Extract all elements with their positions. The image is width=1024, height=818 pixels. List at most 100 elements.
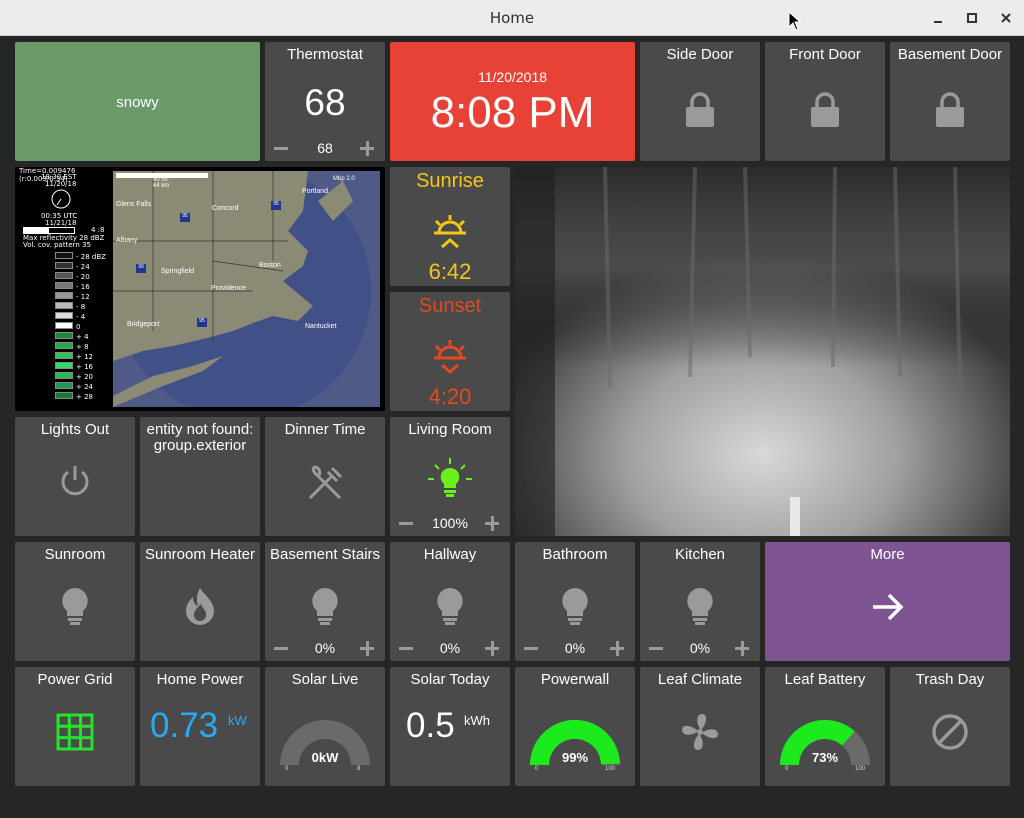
sunset-icon	[434, 340, 466, 374]
legend-swatch	[55, 342, 73, 349]
sunrise-tile: Sunrise 6:42	[390, 167, 510, 286]
basement-door-title: Basement Door	[897, 46, 1003, 63]
legend-label: - 12	[76, 293, 90, 301]
living-room-title: Living Room	[408, 421, 492, 438]
city-label: Nantucket	[305, 323, 337, 330]
solar-today-value: 0.5	[406, 706, 455, 745]
side-door-title: Side Door	[666, 46, 734, 63]
sunset-tile: Sunset 4:20	[390, 292, 510, 411]
radar-legend-panel: Time=0.009476 (r:0.003/0.34) 18:30 EST 1…	[15, 167, 113, 411]
sunroom-title: Sunroom	[44, 546, 106, 563]
silverware-icon	[308, 465, 343, 499]
legend-label: - 4	[76, 313, 86, 321]
power-grid-title: Power Grid	[37, 671, 113, 688]
kitchen-increase-button[interactable]	[732, 639, 752, 657]
legend-label: + 20	[76, 373, 93, 381]
thermostat-tile[interactable]: Thermostat 68 68	[265, 42, 385, 161]
entity-error-tile: entity not found: group.exterior	[140, 417, 260, 536]
camera-image	[515, 167, 1010, 536]
maximize-icon	[967, 13, 977, 23]
bathroom-increase-button[interactable]	[607, 639, 627, 657]
gauge-min-label: 0	[535, 766, 539, 772]
highway-shield: 95	[180, 213, 190, 222]
lights-out-tile[interactable]: Lights Out	[15, 417, 135, 536]
dinner-time-tile[interactable]: Dinner Time	[265, 417, 385, 536]
legend-swatch	[55, 282, 73, 289]
radar-clock-icon	[51, 189, 71, 209]
legend-label: - 24	[76, 263, 90, 271]
city-label: Springfield	[161, 268, 195, 275]
radar-date2: 11/21/18	[45, 219, 77, 227]
gauge-max-label: 100	[605, 766, 616, 772]
hallway-increase-button[interactable]	[482, 639, 502, 657]
basement-stairs-tile[interactable]: Basement Stairs 0%	[265, 542, 385, 661]
close-button[interactable]	[994, 6, 1018, 30]
legend-item: 0	[55, 322, 106, 332]
block-icon	[932, 714, 968, 750]
lightbulb-on-icon	[428, 458, 472, 497]
radar-map: 40 mi 64 km Mbp 2.0 Portland Glens Falls …	[113, 171, 380, 407]
living-room-increase-button[interactable]	[482, 514, 502, 532]
window-title: Home	[489, 9, 535, 27]
power-icon	[61, 466, 89, 496]
trash-day-tile[interactable]: Trash Day	[890, 667, 1010, 786]
bathroom-tile[interactable]: Bathroom 0%	[515, 542, 635, 661]
legend-label: + 16	[76, 363, 93, 371]
sunset-time: 4:20	[428, 384, 472, 409]
minimize-icon	[934, 21, 942, 23]
legend-item: + 28	[55, 392, 106, 402]
city-label: Portland	[302, 188, 329, 195]
lightbulb-icon	[562, 588, 588, 625]
weather-tile[interactable]: snowy	[15, 42, 260, 161]
more-tile[interactable]: More	[765, 542, 1010, 661]
legend-label: + 24	[76, 383, 93, 391]
solar-today-unit: kWh	[464, 713, 490, 728]
radar-scale-mid: 4 :8	[91, 226, 105, 234]
legend-swatch	[55, 372, 73, 379]
grid-icon	[56, 713, 94, 751]
lights-out-title: Lights Out	[40, 421, 110, 438]
leaf-climate-tile[interactable]: Leaf Climate	[640, 667, 760, 786]
clock-time: 8:08 PM	[430, 88, 595, 137]
radar-map-scale-text: 40 mi 64 km	[153, 177, 170, 189]
sunrise-title: Sunrise	[416, 170, 484, 192]
fire-icon	[186, 588, 214, 625]
powerwall-title: Powerwall	[540, 671, 610, 688]
city-label: Bridgeport	[127, 321, 160, 328]
lightbulb-icon	[62, 588, 88, 625]
lock-icon	[811, 92, 839, 127]
side-door-tile[interactable]: Side Door	[640, 42, 760, 161]
basement-door-tile[interactable]: Basement Door	[890, 42, 1010, 161]
legend-item: - 16	[55, 282, 106, 292]
solar-today-title: Solar Today	[410, 671, 490, 688]
arrow-right-icon	[872, 593, 903, 621]
sunroom-tile[interactable]: Sunroom	[15, 542, 135, 661]
maximize-button[interactable]	[960, 6, 984, 30]
legend-item: - 12	[55, 292, 106, 302]
sunset-title: Sunset	[418, 295, 482, 317]
living-room-tile[interactable]: Living Room 100%	[390, 417, 510, 536]
mouse-cursor-icon	[788, 11, 802, 31]
front-door-tile[interactable]: Front Door	[765, 42, 885, 161]
radar-map-drawing	[113, 171, 371, 407]
clock-date: 11/20/2018	[477, 69, 548, 85]
radar-tile[interactable]: Time=0.009476 (r:0.003/0.34) 18:30 EST 1…	[15, 167, 385, 411]
window-titlebar: Home	[0, 0, 1024, 36]
more-title: More	[870, 546, 905, 563]
legend-swatch	[55, 392, 73, 399]
powerwall-tile: Powerwall 99% 0 100	[515, 667, 635, 786]
kitchen-tile[interactable]: Kitchen 0%	[640, 542, 760, 661]
legend-swatch	[55, 292, 73, 299]
trash-day-title: Trash Day	[915, 671, 985, 688]
power-grid-tile[interactable]: Power Grid	[15, 667, 135, 786]
hallway-tile[interactable]: Hallway 0%	[390, 542, 510, 661]
basement-stairs-increase-button[interactable]	[357, 639, 377, 657]
sunroom-heater-tile[interactable]: Sunroom Heater	[140, 542, 260, 661]
hallway-title: Hallway	[423, 546, 477, 563]
legend-label: - 16	[76, 283, 90, 291]
camera-feed[interactable]	[515, 167, 1010, 536]
legend-item: + 8	[55, 342, 106, 352]
thermostat-increase-button[interactable]	[357, 139, 377, 157]
minimize-button[interactable]	[926, 6, 950, 30]
sunroom-heater-title: Sunroom Heater	[144, 546, 256, 563]
